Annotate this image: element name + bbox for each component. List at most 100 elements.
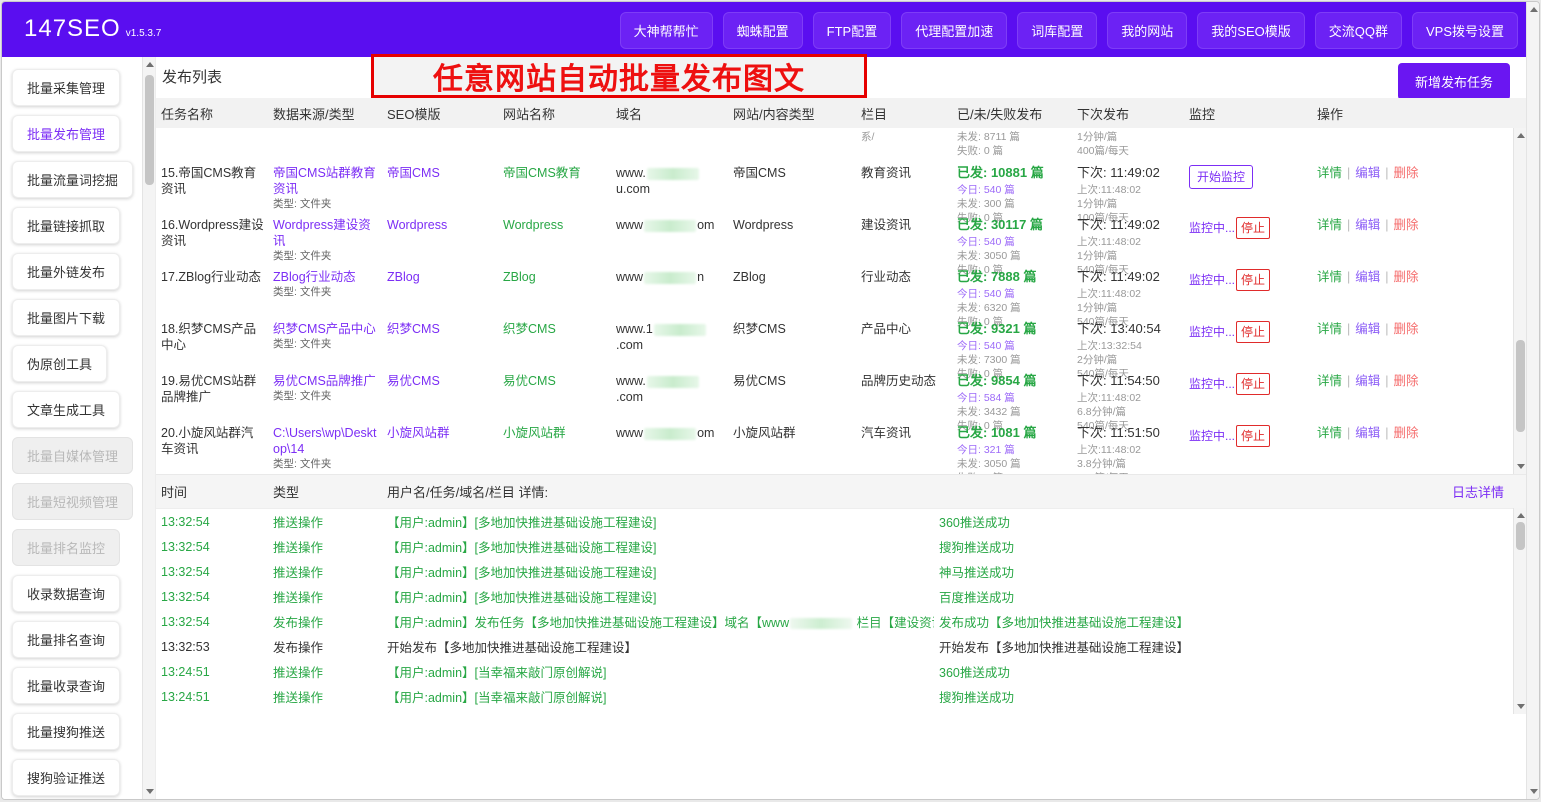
action-separator: | [1385, 322, 1388, 336]
log-time: 13:32:54 [156, 565, 268, 579]
stop-monitor-button[interactable]: 停止 [1236, 373, 1270, 395]
detail-link[interactable]: 详情 [1317, 270, 1342, 284]
scroll-down-icon[interactable] [1517, 464, 1525, 469]
delete-link[interactable]: 删除 [1394, 322, 1419, 336]
log-detail: 开始发布【多地加快推进基础设施工程建设】 [382, 637, 934, 656]
monitoring-status: 监控中... [1189, 221, 1235, 235]
delete-link[interactable]: 删除 [1394, 426, 1419, 440]
stop-monitor-button[interactable]: 停止 [1236, 321, 1270, 343]
delete-link[interactable]: 删除 [1394, 166, 1419, 180]
seo-template-link[interactable]: Wordpress [387, 218, 447, 232]
row-actions: 详情|编辑|删除 [1312, 210, 1513, 233]
today-count: 今日: 540 篇 [957, 287, 1068, 301]
scrollbar-thumb[interactable] [1516, 340, 1525, 432]
data-source-link[interactable]: 织梦CMS产品中心 [273, 321, 378, 337]
content-type: ZBlog [728, 262, 856, 285]
edit-link[interactable]: 编辑 [1355, 218, 1380, 232]
nav-item-help[interactable]: 大神帮帮忙 [620, 12, 713, 49]
stop-monitor-button[interactable]: 停止 [1236, 217, 1270, 239]
sidebar-item-backlink[interactable]: 批量外链发布 [12, 253, 120, 290]
sidebar-item-sogou-verify-push[interactable]: 搜狗验证推送 [12, 759, 120, 796]
scroll-down-icon[interactable] [146, 789, 154, 794]
sidebar-item-index-data-query[interactable]: 收录数据查询 [12, 575, 120, 612]
delete-link[interactable]: 删除 [1394, 270, 1419, 284]
sidebar-item-pseudo-original[interactable]: 伪原创工具 [12, 345, 107, 382]
nav-item-my-seo-templates[interactable]: 我的SEO模版 [1197, 12, 1304, 49]
window-scrollbar[interactable] [1526, 2, 1539, 799]
sidebar-item-link-grab[interactable]: 批量链接抓取 [12, 207, 120, 244]
nav-item-proxy-config[interactable]: 代理配置加速 [901, 12, 1007, 49]
edit-link[interactable]: 编辑 [1355, 426, 1380, 440]
edit-link[interactable]: 编辑 [1355, 270, 1380, 284]
table-scrollbar[interactable] [1513, 128, 1526, 474]
scroll-down-icon[interactable] [1517, 704, 1525, 709]
data-source-link[interactable]: ZBlog行业动态 [273, 269, 378, 285]
seo-template-link[interactable]: ZBlog [387, 270, 420, 284]
edit-link[interactable]: 编辑 [1355, 322, 1380, 336]
seo-template-link[interactable]: 易优CMS [387, 374, 440, 388]
nav-item-spider-config[interactable]: 蜘蛛配置 [723, 12, 803, 49]
nav-item-lexicon-config[interactable]: 词库配置 [1017, 12, 1097, 49]
stop-monitor-button[interactable]: 停止 [1236, 269, 1270, 291]
log-scrollbar[interactable] [1513, 508, 1526, 714]
detail-link[interactable]: 详情 [1317, 166, 1342, 180]
action-separator: | [1347, 218, 1350, 232]
table-row: 19.易优CMS站群品牌推广 易优CMS品牌推广 类型: 文件夹 易优CMS 易… [156, 366, 1513, 418]
sidebar-item-index-query[interactable]: 批量收录查询 [12, 667, 120, 704]
scroll-up-icon[interactable] [1517, 133, 1525, 138]
detail-link[interactable]: 详情 [1317, 374, 1342, 388]
task-name: 19.易优CMS站群品牌推广 [156, 366, 268, 405]
scroll-up-icon[interactable] [1530, 7, 1538, 12]
column-name: 汽车资讯 [856, 418, 952, 441]
sidebar-item-keyword-mining[interactable]: 批量流量词挖掘 [12, 161, 133, 198]
sidebar-item-rank-query[interactable]: 批量排名查询 [12, 621, 120, 658]
delete-link[interactable]: 删除 [1394, 374, 1419, 388]
detail-link[interactable]: 详情 [1317, 322, 1342, 336]
row-actions: 详情|编辑|删除 [1312, 418, 1513, 441]
edit-link[interactable]: 编辑 [1355, 166, 1380, 180]
scrollbar-thumb[interactable] [145, 75, 154, 185]
action-separator: | [1385, 270, 1388, 284]
task-name: 20.小旋风站群汽车资讯 [156, 418, 268, 457]
sidebar-item-sogou-push[interactable]: 批量搜狗推送 [12, 713, 120, 750]
sidebar-scrollbar[interactable] [142, 57, 155, 799]
log-row: 13:32:54 推送操作 【用户:admin】[多地加快推进基础设施工程建设]… [156, 509, 1513, 534]
unpublished-count: 未发: 3432 篇 [957, 405, 1068, 419]
seo-template-link[interactable]: 织梦CMS [387, 322, 440, 336]
log-row: 13:32:54 推送操作 【用户:admin】[多地加快推进基础设施工程建设]… [156, 534, 1513, 559]
seo-template-link[interactable]: 帝国CMS [387, 166, 440, 180]
sidebar-item-collect[interactable]: 批量采集管理 [12, 69, 120, 106]
log-header: 时间 类型 用户名/任务/域名/栏目 详情: [156, 474, 1526, 508]
detail-link[interactable]: 详情 [1317, 426, 1342, 440]
scroll-up-icon[interactable] [146, 62, 154, 67]
column-name: 品牌历史动态 [856, 366, 952, 389]
data-source-link[interactable]: Wordpress建设资讯 [273, 217, 378, 249]
sidebar-item-image-download[interactable]: 批量图片下载 [12, 299, 120, 336]
log-detail-suffix: 栏目【建设资讯】 [853, 616, 934, 630]
edit-link[interactable]: 编辑 [1355, 374, 1380, 388]
nav-item-vps-dial[interactable]: VPS拨号设置 [1412, 12, 1518, 49]
nav-item-qq-group[interactable]: 交流QQ群 [1315, 12, 1402, 49]
data-source-link[interactable]: 帝国CMS站群教育资讯 [273, 165, 378, 197]
detail-link[interactable]: 详情 [1317, 218, 1342, 232]
sidebar-item-rank-monitor[interactable]: 批量排名监控 [12, 529, 120, 566]
scroll-down-icon[interactable] [1530, 789, 1538, 794]
scrollbar-thumb[interactable] [1516, 522, 1525, 550]
start-monitor-button[interactable]: 开始监控 [1189, 165, 1253, 189]
nav-item-ftp-config[interactable]: FTP配置 [813, 12, 892, 49]
app-name: 147SEO [24, 15, 121, 42]
scroll-up-icon[interactable] [1517, 513, 1525, 518]
add-task-button[interactable]: 新增发布任务 [1398, 63, 1510, 100]
seo-template-link[interactable]: 小旋风站群 [387, 426, 450, 440]
sidebar-item-publish[interactable]: 批量发布管理 [12, 115, 120, 152]
delete-link[interactable]: 删除 [1394, 218, 1419, 232]
site-name: 易优CMS [503, 374, 556, 388]
log-detail-link[interactable]: 日志详情 [1452, 482, 1504, 501]
nav-item-my-sites[interactable]: 我的网站 [1107, 12, 1187, 49]
data-source-link[interactable]: C:\Users\wp\Desktop\14 [273, 425, 378, 457]
sidebar-item-article-gen[interactable]: 文章生成工具 [12, 391, 120, 428]
data-source-link[interactable]: 易优CMS品牌推广 [273, 373, 378, 389]
stop-monitor-button[interactable]: 停止 [1236, 425, 1270, 447]
sidebar-item-self-media[interactable]: 批量自媒体管理 [12, 437, 133, 474]
sidebar-item-short-video[interactable]: 批量短视频管理 [12, 483, 133, 520]
